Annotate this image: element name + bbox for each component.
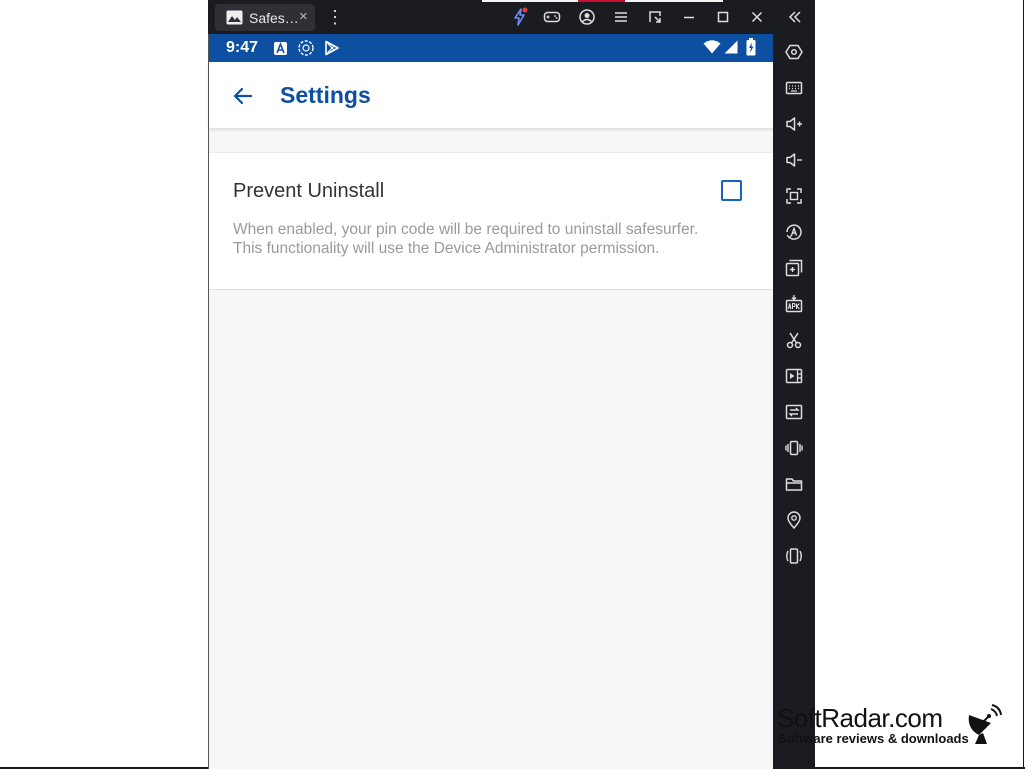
maximize-icon[interactable]	[713, 7, 733, 27]
app-tab-icon	[226, 10, 243, 25]
apk-install-icon[interactable]	[784, 294, 804, 314]
battery-charging-icon	[746, 38, 756, 56]
gamepad-icon[interactable]	[542, 7, 562, 27]
preference-description: When enabled, your pin code will be requ…	[233, 221, 699, 257]
watermark-brand: SoftRadar.com	[777, 703, 943, 733]
emulator-window: Safes… × ⋮ 9:47 Settings Prevent Uninsta…	[208, 0, 815, 769]
scissors-icon[interactable]	[784, 330, 804, 350]
preference-title: Prevent Uninstall	[233, 180, 385, 202]
android-screen: 9:47 Settings Prevent Uninstall When ena…	[208, 34, 774, 769]
top-strip	[482, 0, 578, 2]
minimize-icon[interactable]	[679, 7, 699, 27]
screen-record-icon[interactable]	[784, 366, 804, 386]
top-strip	[625, 0, 723, 2]
tab-close-icon[interactable]: ×	[299, 8, 308, 25]
close-icon[interactable]	[747, 7, 767, 27]
satellite-dish-icon	[968, 704, 1002, 744]
volume-up-icon[interactable]	[784, 114, 804, 134]
volume-down-icon[interactable]	[784, 150, 804, 170]
app-bar: Settings	[209, 62, 774, 128]
multi-instance-icon[interactable]	[784, 258, 804, 278]
signal-icon	[724, 40, 738, 54]
wifi-icon	[703, 40, 721, 54]
more-options-icon[interactable]: ⋮	[326, 8, 344, 26]
status-bar: 9:47	[209, 34, 774, 62]
prevent-uninstall-preference[interactable]: Prevent Uninstall When enabled, your pin…	[209, 152, 774, 290]
sync-circle-icon	[298, 40, 314, 56]
rotate-icon[interactable]	[784, 546, 804, 566]
shake-icon[interactable]	[784, 438, 804, 458]
menu-icon[interactable]	[611, 7, 631, 27]
top-strip-accent	[578, 0, 625, 2]
play-store-icon	[325, 40, 339, 56]
auto-rotate-icon[interactable]	[784, 222, 804, 242]
collapse-sidebar-icon[interactable]	[785, 7, 805, 27]
settings-hex-icon[interactable]	[784, 42, 804, 62]
watermark-tagline: Software reviews & downloads	[778, 731, 969, 746]
softradar-watermark: SoftRadar.com Software reviews & downloa…	[777, 703, 1017, 749]
account-icon[interactable]	[577, 7, 597, 27]
frame-border-right	[1023, 0, 1024, 769]
back-arrow-icon[interactable]	[231, 84, 255, 108]
restore-window-icon[interactable]	[645, 7, 665, 27]
page-title: Settings	[280, 82, 371, 108]
screenshot-icon[interactable]	[784, 186, 804, 206]
emulator-toolbar	[773, 34, 815, 769]
keyboard-icon[interactable]	[784, 78, 804, 98]
location-icon[interactable]	[784, 510, 804, 530]
sync-icon[interactable]	[784, 402, 804, 422]
app-tab-title: Safes…	[249, 10, 299, 26]
app-tab[interactable]: Safes… ×	[215, 4, 315, 31]
notification-a-icon	[274, 42, 287, 55]
folder-icon[interactable]	[784, 474, 804, 494]
bolt-icon[interactable]	[510, 7, 530, 27]
prevent-uninstall-checkbox[interactable]	[721, 180, 742, 201]
title-bar: Safes… × ⋮	[208, 0, 815, 34]
status-time: 9:47	[226, 39, 259, 56]
